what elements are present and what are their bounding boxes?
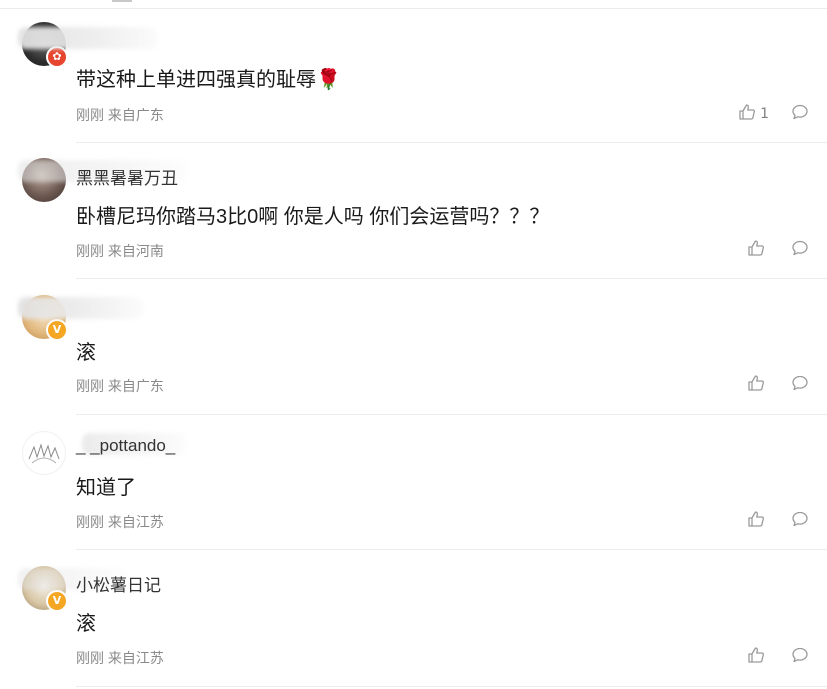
comment-actions [747, 375, 809, 395]
comment-actions [747, 647, 809, 667]
like-button[interactable]: 1 [738, 103, 769, 125]
thumbs-up-icon [747, 510, 765, 532]
tab-indicator [112, 0, 132, 2]
verified-v-icon: V [46, 319, 68, 341]
comment-text: 知道了 [76, 477, 136, 499]
comment-location: 来自广东 [107, 107, 164, 123]
comment-bubble-icon [791, 374, 809, 396]
comment-location: 来自广东 [107, 378, 164, 394]
comment-meta: 刚刚 来自江苏 [76, 648, 164, 668]
comment-location: 来自河南 [107, 243, 164, 259]
avatar[interactable] [22, 431, 66, 475]
like-button[interactable] [747, 646, 769, 668]
top-divider [0, 8, 827, 9]
red-badge-icon: ✿ [46, 46, 68, 68]
like-button[interactable] [747, 374, 769, 396]
thumbs-up-icon [738, 103, 756, 125]
like-button[interactable] [747, 510, 769, 532]
comment-time: 刚刚 [76, 514, 104, 530]
comment-text: 滚 [76, 342, 96, 364]
comment-time: 刚刚 [76, 243, 104, 259]
thumbs-up-icon [747, 646, 765, 668]
reply-button[interactable] [791, 374, 809, 396]
username-redaction [18, 297, 143, 319]
comment-text: 带这种上单进四强真的耻辱🌹 [76, 69, 341, 91]
verified-v-icon: V [46, 590, 68, 612]
comment-bubble-icon [791, 103, 809, 125]
comment-bubble-icon [791, 239, 809, 261]
comment-text: 卧槽尼玛你踏马3比0啊 你是人吗 你们会运营吗？？？ [76, 206, 550, 228]
comment-time: 刚刚 [76, 107, 104, 123]
comment-username[interactable]: 小松薯日记 [76, 571, 161, 596]
comment-meta: 刚刚 来自河南 [76, 241, 164, 261]
sketch-drawing-icon [28, 443, 60, 464]
like-count: 1 [760, 106, 769, 122]
thumbs-up-icon [747, 374, 765, 396]
comment-text: 滚 [76, 613, 96, 635]
comment-actions: 1 [738, 104, 809, 124]
comment-location: 来自江苏 [107, 514, 164, 530]
comment-meta: 刚刚 来自江苏 [76, 512, 164, 532]
like-button[interactable] [747, 239, 769, 261]
comment-username[interactable]: 黑黑暑暑万丑 [76, 164, 178, 189]
comment-divider [76, 549, 827, 550]
comment-bubble-icon [791, 646, 809, 668]
reply-button[interactable] [791, 646, 809, 668]
reply-button[interactable] [791, 239, 809, 261]
comment-bubble-icon [791, 510, 809, 532]
comment-time: 刚刚 [76, 378, 104, 394]
username-redaction [18, 27, 158, 49]
reply-button[interactable] [791, 103, 809, 125]
comment-divider [76, 414, 827, 415]
comment-actions [747, 240, 809, 260]
reply-button[interactable] [791, 510, 809, 532]
comment-username[interactable]: _ _pottando_ [76, 436, 175, 456]
comment-meta: 刚刚 来自广东 [76, 105, 164, 125]
comment-meta: 刚刚 来自广东 [76, 376, 164, 396]
comment-location: 来自江苏 [107, 650, 164, 666]
thumbs-up-icon [747, 239, 765, 261]
comment-divider [76, 686, 827, 687]
comment-divider [76, 278, 827, 279]
comment-actions [747, 511, 809, 531]
comment-time: 刚刚 [76, 650, 104, 666]
comment-divider [76, 142, 827, 143]
